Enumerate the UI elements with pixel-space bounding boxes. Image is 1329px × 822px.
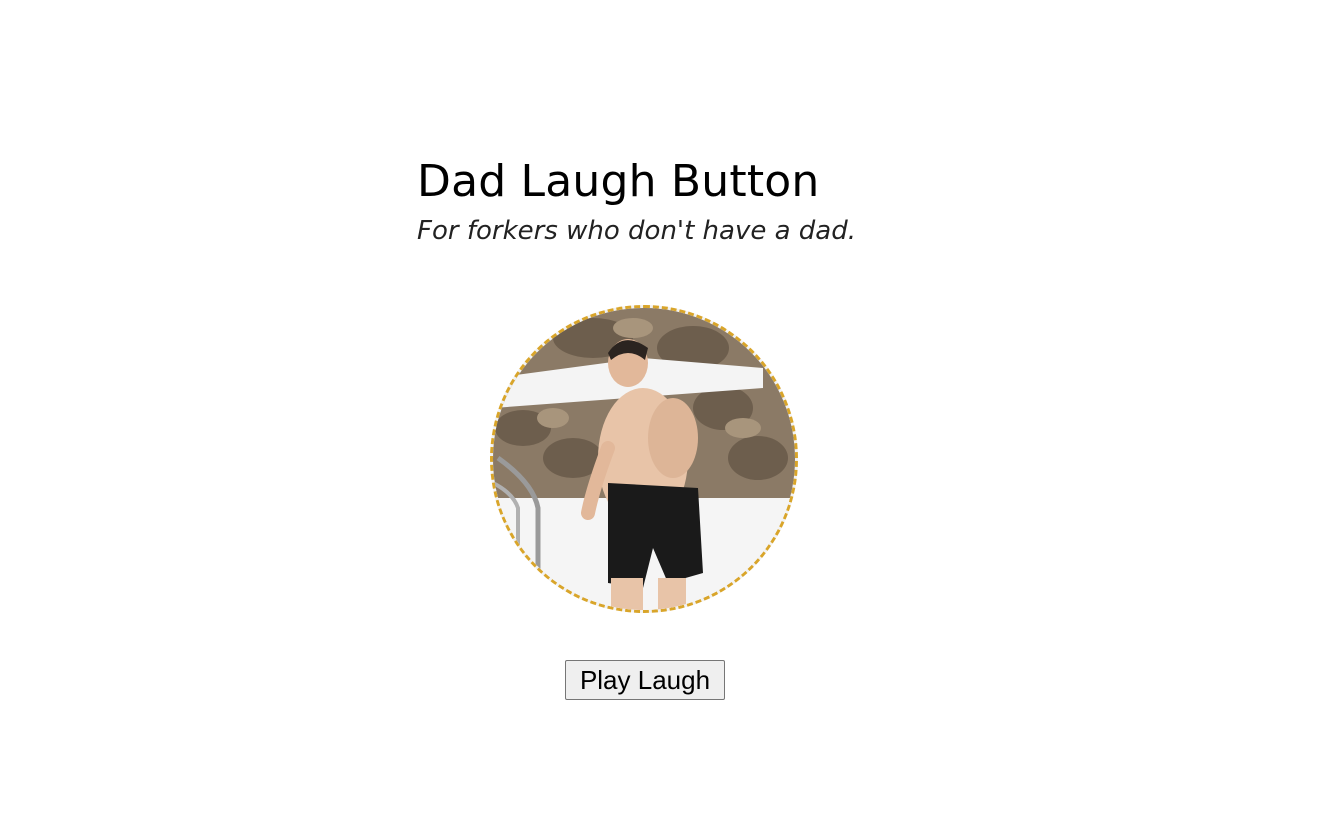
page-subtitle: For forkers who don't have a dad. [417,216,856,246]
header: Dad Laugh Button For forkers who don't h… [417,150,856,248]
dad-photo-illustration [493,308,795,610]
dad-photo [490,305,798,613]
play-laugh-button[interactable]: Play Laugh [565,660,725,700]
page-title: Dad Laugh Button [417,156,820,207]
page: Dad Laugh Button For forkers who don't h… [0,0,1329,822]
